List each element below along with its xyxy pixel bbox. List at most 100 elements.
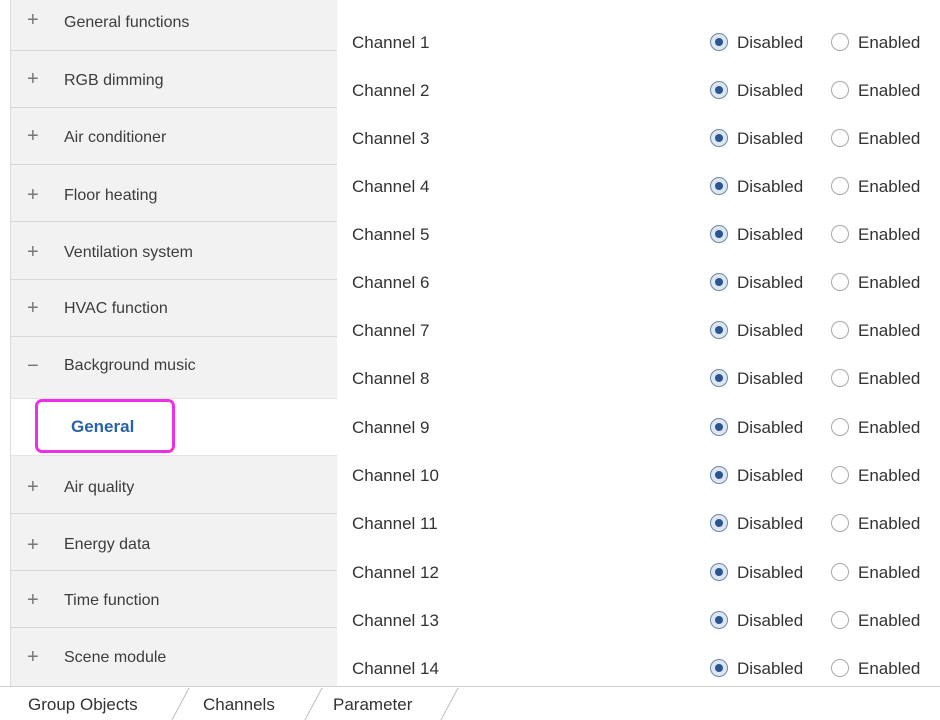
enabled-radio[interactable] [831, 129, 849, 147]
disabled-label[interactable]: Disabled [737, 80, 803, 102]
channel-label: Channel 1 [352, 33, 430, 52]
disabled-label[interactable]: Disabled [737, 562, 803, 584]
channel-label: Channel 11 [352, 514, 438, 533]
channel-label: Channel 5 [352, 225, 430, 244]
sidebar-subitem-label: General [71, 417, 135, 436]
enabled-radio[interactable] [831, 225, 849, 243]
disabled-label[interactable]: Disabled [737, 224, 803, 246]
disabled-radio[interactable] [710, 514, 728, 532]
disabled-label[interactable]: Disabled [737, 32, 803, 54]
sidebar-item-energy-data[interactable]: + Energy data [11, 514, 337, 571]
channel-row: Channel 10 Disabled Enabled [337, 453, 940, 501]
disabled-label[interactable]: Disabled [737, 272, 803, 294]
disabled-radio[interactable] [710, 81, 728, 99]
enabled-label[interactable]: Enabled [858, 610, 920, 632]
tab-parameter[interactable]: Parameter [333, 694, 412, 716]
disabled-radio[interactable] [710, 418, 728, 436]
enabled-label[interactable]: Enabled [858, 368, 920, 390]
enabled-radio[interactable] [831, 466, 849, 484]
expand-plus-icon: + [27, 9, 39, 31]
enabled-label[interactable]: Enabled [858, 224, 920, 246]
collapse-minus-icon: − [27, 355, 39, 377]
tab-group-objects[interactable]: Group Objects [28, 694, 138, 716]
enabled-radio[interactable] [831, 563, 849, 581]
sidebar-item-time-function[interactable]: + Time function [11, 571, 337, 628]
enabled-radio[interactable] [831, 33, 849, 51]
disabled-radio[interactable] [710, 225, 728, 243]
disabled-label[interactable]: Disabled [737, 417, 803, 439]
channel-row: Channel 5 Disabled Enabled [337, 212, 940, 260]
disabled-label[interactable]: Disabled [737, 176, 803, 198]
enabled-label[interactable]: Enabled [858, 128, 920, 150]
sidebar-item-label: Air quality [64, 479, 135, 496]
enabled-label[interactable]: Enabled [858, 320, 920, 342]
disabled-label[interactable]: Disabled [737, 658, 803, 680]
expand-plus-icon: + [27, 125, 39, 147]
enabled-label[interactable]: Enabled [858, 513, 920, 535]
disabled-label[interactable]: Disabled [737, 320, 803, 342]
sidebar-item-label: RGB dimming [64, 72, 164, 89]
disabled-radio[interactable] [710, 563, 728, 581]
sidebar-item-floor-heating[interactable]: + Floor heating [11, 165, 337, 222]
channel-label: Channel 9 [352, 418, 430, 437]
enabled-label[interactable]: Enabled [858, 80, 920, 102]
channel-row: Channel 12 Disabled Enabled [337, 550, 940, 598]
disabled-label[interactable]: Disabled [737, 368, 803, 390]
channel-row: Channel 2 Disabled Enabled [337, 68, 940, 116]
disabled-label[interactable]: Disabled [737, 465, 803, 487]
disabled-radio[interactable] [710, 466, 728, 484]
tab-channels[interactable]: Channels [203, 694, 275, 716]
enabled-radio[interactable] [831, 177, 849, 195]
channel-label: Channel 8 [352, 369, 430, 388]
disabled-radio[interactable] [710, 129, 728, 147]
expand-plus-icon: + [27, 589, 39, 611]
sidebar-item-label: Background music [64, 357, 196, 374]
channel-row: Channel 6 Disabled Enabled [337, 260, 940, 308]
enabled-label[interactable]: Enabled [858, 32, 920, 54]
enabled-label[interactable]: Enabled [858, 658, 920, 680]
enabled-label[interactable]: Enabled [858, 176, 920, 198]
channel-label: Channel 10 [352, 466, 439, 485]
channel-label: Channel 4 [352, 177, 430, 196]
sidebar-item-air-conditioner[interactable]: + Air conditioner [11, 108, 337, 165]
enabled-radio[interactable] [831, 369, 849, 387]
channel-row: Channel 1 Disabled Enabled [337, 20, 940, 68]
enabled-label[interactable]: Enabled [858, 562, 920, 584]
enabled-radio[interactable] [831, 659, 849, 677]
enabled-label[interactable]: Enabled [858, 272, 920, 294]
sidebar-item-air-quality[interactable]: + Air quality [11, 456, 337, 514]
enabled-radio[interactable] [831, 611, 849, 629]
sidebar-item-label: Energy data [64, 536, 151, 553]
disabled-label[interactable]: Disabled [737, 610, 803, 632]
channel-label: Channel 14 [352, 659, 439, 678]
sidebar-item-label: Scene module [64, 649, 167, 666]
sidebar-subitem-general[interactable]: General [11, 398, 339, 456]
enabled-radio[interactable] [831, 81, 849, 99]
disabled-radio[interactable] [710, 369, 728, 387]
channel-row: Channel 8 Disabled Enabled [337, 356, 940, 404]
tab-separator [440, 688, 459, 720]
sidebar-item-scene-module[interactable]: + Scene module [11, 628, 337, 686]
enabled-radio[interactable] [831, 514, 849, 532]
disabled-radio[interactable] [710, 273, 728, 291]
disabled-label[interactable]: Disabled [737, 128, 803, 150]
sidebar-item-hvac-function[interactable]: + HVAC function [11, 280, 337, 337]
channel-row: Channel 9 Disabled Enabled [337, 405, 940, 453]
enabled-radio[interactable] [831, 273, 849, 291]
sidebar-item-label: General functions [64, 14, 190, 31]
enabled-radio[interactable] [831, 321, 849, 339]
sidebar-item-ventilation-system[interactable]: + Ventilation system [11, 222, 337, 280]
sidebar-item-rgb-dimming[interactable]: + RGB dimming [11, 51, 337, 108]
disabled-radio[interactable] [710, 33, 728, 51]
enabled-label[interactable]: Enabled [858, 465, 920, 487]
disabled-radio[interactable] [710, 611, 728, 629]
bottom-tab-bar: Group Objects Channels Parameter [0, 686, 940, 720]
disabled-label[interactable]: Disabled [737, 513, 803, 535]
enabled-radio[interactable] [831, 418, 849, 436]
enabled-label[interactable]: Enabled [858, 417, 920, 439]
disabled-radio[interactable] [710, 659, 728, 677]
sidebar-item-background-music[interactable]: − Background music [11, 337, 337, 398]
disabled-radio[interactable] [710, 321, 728, 339]
sidebar-item-general-functions[interactable]: + General functions [11, 0, 337, 51]
disabled-radio[interactable] [710, 177, 728, 195]
